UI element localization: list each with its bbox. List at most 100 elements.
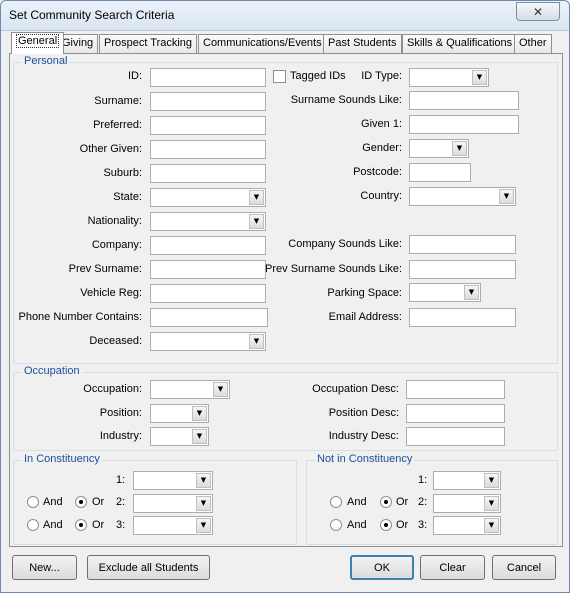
in-constituency-3-and-label: And (43, 519, 63, 531)
prev-surname-sounds-like-input[interactable] (409, 260, 516, 279)
country-select[interactable]: ▼ (409, 187, 516, 206)
not-in-constituency-1-select[interactable]: ▼ (433, 471, 501, 490)
chevron-down-icon: ▼ (196, 496, 211, 511)
in-constituency-group-title: In Constituency (22, 453, 102, 465)
in-constituency-2-and-radio[interactable] (27, 496, 39, 508)
chevron-down-icon: ▼ (192, 429, 207, 444)
not-in-constituency-group: Not in Constituency (306, 453, 558, 545)
in-constituency-1-select[interactable]: ▼ (133, 471, 213, 490)
industry-label: Industry: (99, 430, 142, 442)
phone-number-contains-label: Phone Number Contains: (18, 311, 142, 323)
tab-general[interactable]: General (11, 32, 65, 54)
company-input[interactable] (150, 236, 266, 255)
in-constituency-2-select[interactable]: ▼ (133, 494, 213, 513)
industry-desc-input[interactable] (406, 427, 505, 446)
nationality-label: Nationality: (87, 215, 142, 227)
chevron-down-icon: ▼ (464, 285, 479, 300)
vehicle-reg-input[interactable] (150, 284, 266, 303)
tagged-ids-label: Tagged IDs (290, 70, 346, 82)
occupation-desc-input[interactable] (406, 380, 505, 399)
company-sounds-like-label: Company Sounds Like: (288, 238, 402, 250)
id-input[interactable] (150, 68, 266, 87)
close-button[interactable]: ✕ (516, 2, 560, 21)
parking-space-select[interactable]: ▼ (409, 283, 481, 302)
not-in-constituency-3-and-radio[interactable] (330, 519, 342, 531)
not-in-constituency-2-and-radio[interactable] (330, 496, 342, 508)
id-type-select[interactable]: ▼ (409, 68, 489, 87)
in-constituency-3-and-radio[interactable] (27, 519, 39, 531)
email-address-input[interactable] (409, 308, 516, 327)
deceased-select[interactable]: ▼ (150, 332, 266, 351)
new-button[interactable]: New... (12, 555, 77, 580)
occupation-group-title: Occupation (22, 365, 82, 377)
surname-sounds-like-input[interactable] (409, 91, 519, 110)
in-constituency-row-3-label: 3: (116, 519, 126, 531)
in-constituency-3-select[interactable]: ▼ (133, 516, 213, 535)
email-address-label: Email Address: (328, 311, 402, 323)
company-sounds-like-input[interactable] (409, 235, 516, 254)
tagged-ids-checkbox[interactable] (273, 70, 286, 83)
prev-surname-sounds-like-label: Prev Surname Sounds Like: (265, 263, 402, 275)
gender-select[interactable]: ▼ (409, 139, 469, 158)
occupation-desc-label: Occupation Desc: (312, 383, 399, 395)
close-icon: ✕ (532, 4, 544, 19)
chevron-down-icon: ▼ (249, 334, 264, 349)
in-constituency-3-or-label: Or (92, 519, 105, 531)
not-in-constituency-group-title: Not in Constituency (315, 453, 415, 465)
occupation-select[interactable]: ▼ (150, 380, 230, 399)
chevron-down-icon: ▼ (196, 473, 211, 488)
in-constituency-3-or-radio[interactable] (75, 519, 87, 531)
suburb-label: Suburb: (103, 167, 142, 179)
not-in-constituency-row-3-label: 3: (418, 519, 428, 531)
tab-skills-qualifications[interactable]: Skills & Qualifications (402, 34, 518, 53)
not-in-constituency-2-or-radio[interactable] (380, 496, 392, 508)
other-given-input[interactable] (150, 140, 266, 159)
id-type-label: ID Type: (361, 70, 402, 82)
state-select[interactable]: ▼ (150, 188, 266, 207)
not-in-constituency-row-1-label: 1: (418, 474, 428, 486)
postcode-input[interactable] (409, 163, 471, 182)
in-constituency-2-and-label: And (43, 496, 63, 508)
industry-select[interactable]: ▼ (150, 427, 209, 446)
in-constituency-2-or-radio[interactable] (75, 496, 87, 508)
position-desc-input[interactable] (406, 404, 505, 423)
not-in-constituency-3-and-label: And (347, 519, 367, 531)
position-label: Position: (99, 407, 142, 419)
suburb-input[interactable] (150, 164, 266, 183)
prev-surname-input[interactable] (150, 260, 266, 279)
tab-panel-general: Personal ID: Tagged IDs ID Type: ▼ Surna… (9, 53, 563, 547)
other-given-label: Other Given: (79, 143, 142, 155)
clear-button[interactable]: Clear (420, 555, 485, 580)
postcode-label: Postcode: (353, 166, 402, 178)
given-1-input[interactable] (409, 115, 519, 134)
position-select[interactable]: ▼ (150, 404, 209, 423)
preferred-label: Preferred: (93, 119, 142, 131)
given-1-label: Given 1: (361, 118, 402, 130)
nationality-select[interactable]: ▼ (150, 212, 266, 231)
tab-prospect-tracking[interactable]: Prospect Tracking (99, 34, 198, 53)
cancel-button[interactable]: Cancel (492, 555, 556, 580)
state-label: State: (113, 191, 142, 203)
exclude-all-students-button[interactable]: Exclude all Students (87, 555, 210, 580)
tab-communications-events[interactable]: Communications/Events (198, 34, 327, 53)
chevron-down-icon: ▼ (499, 189, 514, 204)
not-in-constituency-3-select[interactable]: ▼ (433, 516, 501, 535)
id-label: ID: (127, 70, 142, 82)
preferred-input[interactable] (150, 116, 266, 135)
chevron-down-icon: ▼ (192, 406, 207, 421)
gender-label: Gender: (362, 142, 402, 154)
personal-group-title: Personal (22, 55, 70, 67)
chevron-down-icon: ▼ (472, 70, 487, 85)
position-desc-label: Position Desc: (328, 407, 399, 419)
surname-input[interactable] (150, 92, 266, 111)
dialog-window: Set Community Search Criteria ✕ General … (0, 0, 570, 593)
tab-past-students[interactable]: Past Students (323, 34, 402, 53)
not-in-constituency-3-or-radio[interactable] (380, 519, 392, 531)
ok-button[interactable]: OK (350, 555, 414, 580)
chevron-down-icon: ▼ (213, 382, 228, 397)
chevron-down-icon: ▼ (249, 214, 264, 229)
tab-other[interactable]: Other (514, 34, 552, 53)
phone-number-contains-input[interactable] (150, 308, 268, 327)
in-constituency-row-2-label: 2: (116, 496, 126, 508)
not-in-constituency-2-select[interactable]: ▼ (433, 494, 501, 513)
